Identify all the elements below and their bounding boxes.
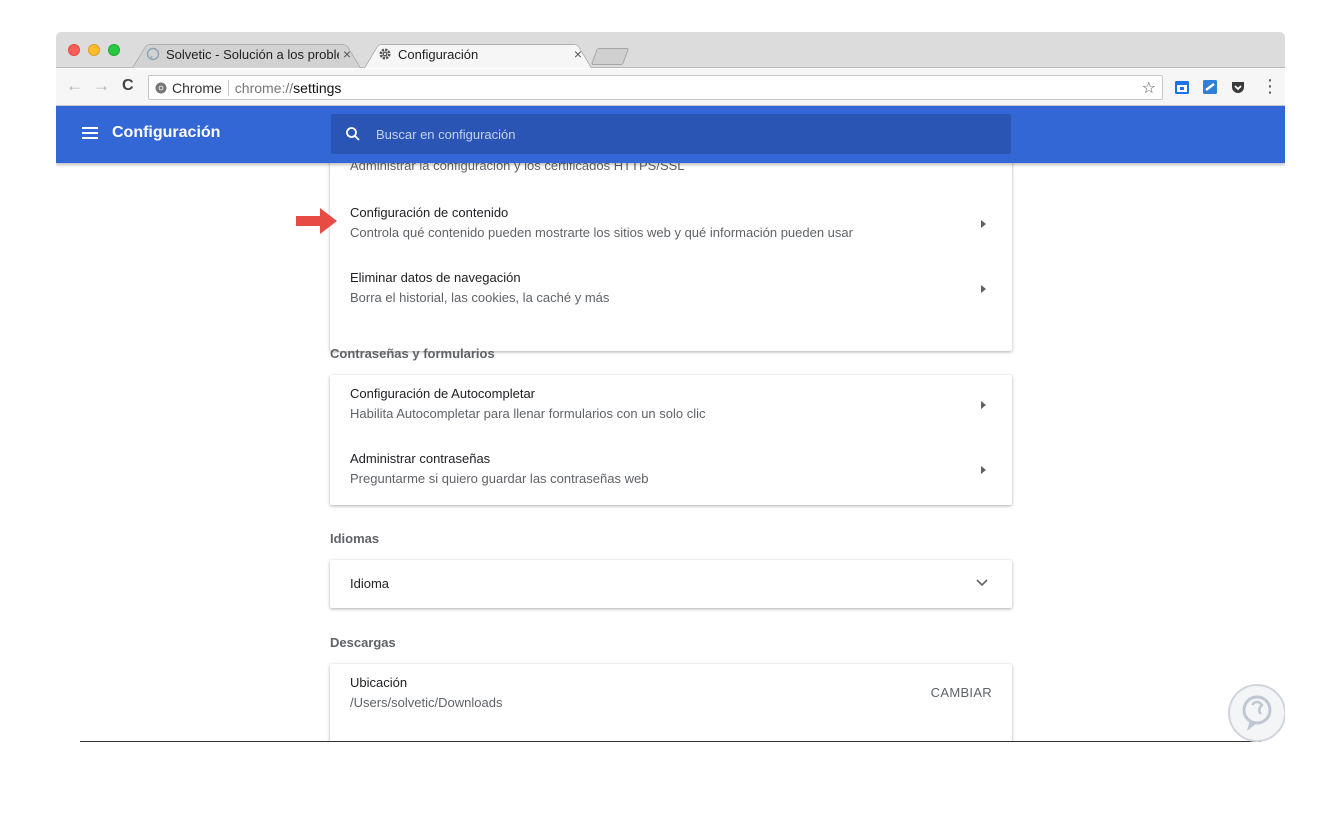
- new-tab-button[interactable]: [590, 48, 630, 65]
- reload-button[interactable]: C: [122, 77, 134, 95]
- arrow-right-icon: [981, 401, 986, 409]
- back-button[interactable]: ←: [66, 77, 83, 95]
- change-button[interactable]: CAMBIAR: [931, 685, 992, 700]
- language-row[interactable]: Idioma: [330, 560, 1012, 608]
- row-title: Idioma: [350, 576, 390, 591]
- extension-s-icon[interactable]: [1202, 79, 1218, 95]
- menu-kebab-icon[interactable]: ⋮: [1261, 77, 1279, 95]
- row-subtitle: Preguntarme si quiero guardar las contra…: [350, 471, 649, 486]
- bottom-divider: [80, 741, 1261, 742]
- omnibox-divider: [227, 79, 229, 96]
- page-title: Configuración: [112, 124, 221, 141]
- annotation-arrow-icon: [296, 208, 337, 234]
- row-subtitle: Controla qué contenido pueden mostrarte …: [350, 225, 853, 240]
- site-label: Chrome: [172, 79, 222, 96]
- url-path: settings: [293, 79, 342, 96]
- download-path: /Users/solvetic/Downloads: [350, 695, 503, 710]
- arrow-right-icon: [981, 466, 986, 474]
- downloads-card: Ubicación /Users/solvetic/Downloads CAMB…: [330, 664, 1012, 742]
- solvetic-logo-icon: [1228, 684, 1285, 742]
- arrow-right-icon: [981, 285, 986, 293]
- chevron-down-icon: [976, 579, 988, 587]
- section-heading-languages: Idiomas: [330, 531, 380, 546]
- tab-title: Solvetic - Solución a los proble: [166, 46, 339, 62]
- section-heading-downloads: Descargas: [330, 635, 396, 650]
- tab-title: Configuración: [398, 46, 479, 62]
- tab-configuracion[interactable]: Configuración ×: [364, 40, 592, 68]
- privacy-card: Administrar la configuración y los certi…: [330, 163, 1012, 351]
- settings-content: Administrar la configuración y los certi…: [56, 163, 1285, 742]
- row-subtitle: Habilita Autocompletar para llenar formu…: [350, 406, 706, 421]
- tab-close-icon[interactable]: ×: [574, 46, 582, 62]
- tab-close-icon[interactable]: ×: [343, 46, 351, 62]
- row-subtitle: Borra el historial, las cookies, la cach…: [350, 290, 610, 305]
- manage-passwords-row[interactable]: Administrar contraseñas Preguntarme si q…: [330, 440, 1012, 505]
- bookmark-star-icon[interactable]: ☆: [1142, 78, 1156, 98]
- row-subtitle: Administrar la configuración y los certi…: [350, 163, 685, 173]
- row-title: Ubicación: [350, 675, 408, 690]
- solvetic-favicon-icon: [146, 47, 160, 61]
- tab-solvetic[interactable]: Solvetic - Solución a los proble ×: [132, 40, 361, 68]
- address-bar[interactable]: Chrome chrome:// settings ☆: [148, 75, 1163, 100]
- chrome-logo-icon: [155, 82, 167, 93]
- manage-certificates-row[interactable]: Administrar la configuración y los certi…: [330, 163, 1012, 194]
- arrow-right-icon: [981, 220, 986, 228]
- languages-card: Idioma: [330, 560, 1012, 608]
- autofill-settings-row[interactable]: Configuración de Autocompletar Habilita …: [330, 375, 1012, 440]
- row-title: Administrar contraseñas: [350, 451, 491, 466]
- hamburger-menu-icon[interactable]: [82, 127, 98, 140]
- gear-icon: [379, 48, 391, 60]
- row-title: Configuración de Autocompletar: [350, 386, 536, 401]
- passwords-card: Configuración de Autocompletar Habilita …: [330, 375, 1012, 505]
- extension-calendar-icon[interactable]: [1174, 79, 1190, 95]
- close-window-button[interactable]: [68, 44, 80, 56]
- browser-window: Solvetic - Solución a los proble × Confi…: [56, 32, 1285, 742]
- maximize-window-button[interactable]: [108, 44, 120, 56]
- clear-browsing-data-row[interactable]: Eliminar datos de navegación Borra el hi…: [330, 259, 1012, 324]
- row-title: Configuración de contenido: [350, 205, 509, 220]
- search-input[interactable]: [376, 124, 976, 144]
- url-scheme: chrome://: [234, 79, 294, 96]
- pocket-icon[interactable]: [1230, 79, 1246, 95]
- forward-button[interactable]: →: [93, 77, 110, 95]
- settings-header: Configuración: [56, 106, 1285, 163]
- download-location-row: Ubicación /Users/solvetic/Downloads CAMB…: [330, 664, 1012, 729]
- minimize-window-button[interactable]: [88, 44, 100, 56]
- browser-toolbar: ← → C Chrome chrome:// settings ☆ ⋮: [56, 69, 1285, 106]
- row-title: Eliminar datos de navegación: [350, 270, 521, 285]
- settings-search[interactable]: [331, 114, 1011, 154]
- search-icon: [346, 127, 360, 141]
- section-heading-passwords: Contraseñas y formularios: [330, 346, 495, 361]
- tab-strip: Solvetic - Solución a los proble × Confi…: [56, 32, 1285, 68]
- content-settings-row[interactable]: Configuración de contenido Controla qué …: [330, 194, 1012, 259]
